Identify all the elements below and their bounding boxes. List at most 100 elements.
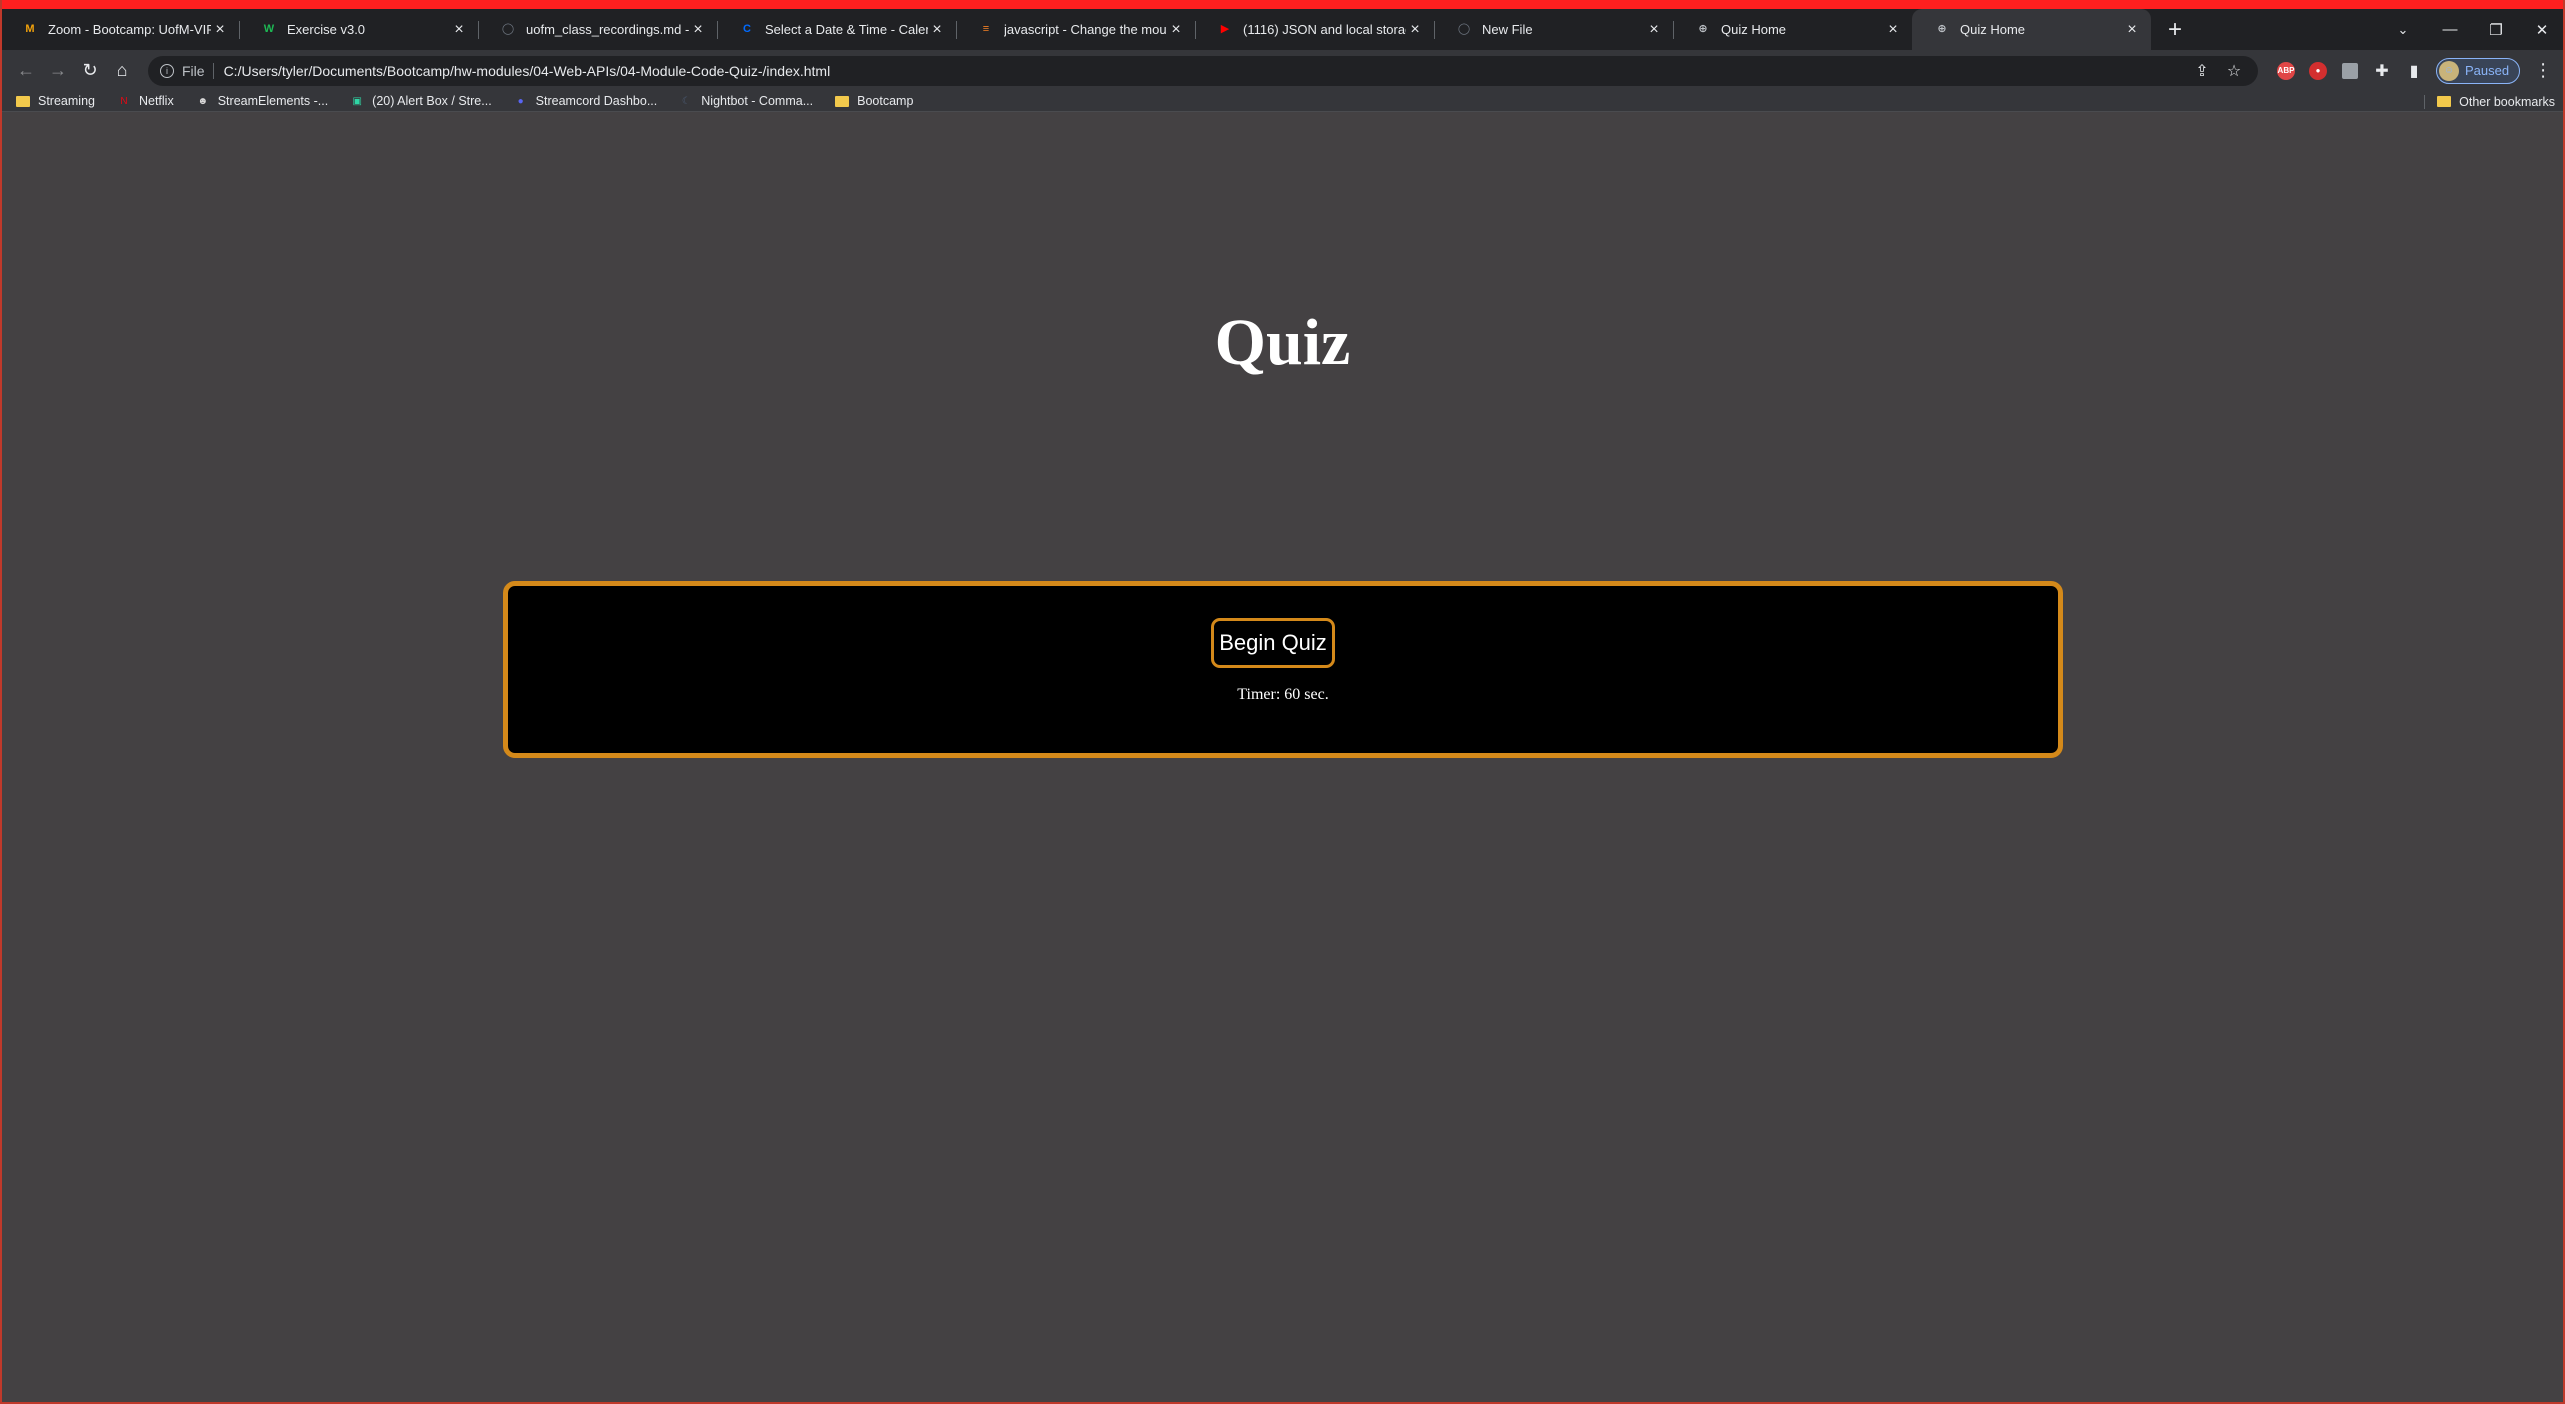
browser-tab[interactable]: ≡ javascript - Change the mouse c×	[956, 9, 1195, 50]
alertbox-icon: ▣	[352, 95, 362, 107]
nightbot-icon: ☾	[681, 95, 691, 107]
tab-close-icon[interactable]: ×	[1884, 21, 1902, 39]
url-text[interactable]: C:/Users/tyler/Documents/Bootcamp/hw-mod…	[224, 63, 831, 79]
bookmark-item[interactable]: Bootcamp	[835, 94, 913, 108]
tab-title: Quiz Home	[1960, 22, 2026, 37]
reload-icon[interactable]: ↻	[74, 55, 106, 87]
github-favicon-icon: ◯	[1457, 23, 1471, 35]
tab-title: (1116) JSON and local storage - Y	[1243, 22, 1406, 37]
tab-search-chevron-icon[interactable]: ⌄	[2383, 9, 2423, 50]
tab-close-icon[interactable]: ×	[928, 21, 946, 39]
tab-title: Zoom - Bootcamp: UofM-VIRT-F	[48, 22, 211, 37]
youtube-favicon-icon: ▶	[1220, 23, 1230, 35]
github-favicon-icon: ◯	[501, 23, 515, 35]
tab-title: Quiz Home	[1721, 22, 1787, 37]
bookmark-star-icon[interactable]: ☆	[2218, 61, 2250, 81]
folder-icon	[2437, 96, 2452, 107]
tabs-container: MZoom - Bootcamp: UofM-VIRT-F×WExercise …	[0, 9, 2151, 50]
bookmark-label: Nightbot - Comma...	[701, 94, 814, 108]
tab-close-icon[interactable]: ×	[1406, 21, 1424, 39]
globe-favicon-icon: ⊕	[1937, 23, 1947, 35]
info-icon[interactable]: i	[160, 63, 174, 78]
other-bookmarks[interactable]: Other bookmarks	[2424, 91, 2555, 112]
streamelements-icon: ☻	[197, 95, 208, 107]
bookmark-label: Streamcord Dashbo...	[535, 94, 658, 108]
window-controls: ⌄ — ❐ ✕	[2383, 9, 2565, 50]
bookmark-label: (20) Alert Box / Stre...	[372, 94, 492, 108]
bookmarks-list: Streaming N Netflix ☻ StreamElements -... ▣ (2…	[16, 94, 935, 108]
browser-tab[interactable]: ◯ New File ×	[1434, 9, 1673, 50]
tab-title: Exercise v3.0	[287, 22, 366, 37]
tab-close-icon[interactable]: ×	[211, 21, 229, 39]
browser-tab[interactable]: ◯ uofm_class_recordings.md - GitH×	[478, 9, 717, 50]
avatar: ☺	[2439, 60, 2459, 81]
share-icon[interactable]: ⇪	[2186, 61, 2218, 81]
puzzle-extensions-icon[interactable]: ✚	[2366, 55, 2398, 87]
tab-close-icon[interactable]: ×	[2123, 21, 2141, 39]
browser-tab[interactable]: M Zoom - Bootcamp: UofM-VIRT-F×	[0, 9, 239, 50]
scheme-label: File	[182, 62, 205, 79]
browser-tab[interactable]: W Exercise v3.0 ×	[239, 9, 478, 50]
kebab-menu-icon[interactable]: ⋮	[2528, 60, 2558, 81]
bookmark-label: Netflix	[138, 94, 174, 108]
tab-title: Select a Date & Time - Calendly	[765, 22, 928, 37]
netflix-icon: N	[120, 95, 128, 107]
adblock-extension-icon[interactable]: ABP	[2270, 55, 2302, 87]
bookmarks-divider	[2424, 94, 2426, 109]
browser-tab[interactable]: ⊕ Quiz Home ×	[1912, 9, 2151, 50]
other-bookmarks-label: Other bookmarks	[2459, 94, 2555, 109]
profile-status: Paused	[2465, 63, 2510, 78]
browser-tab[interactable]: C Select a Date & Time - Calendly×	[717, 9, 956, 50]
tab-close-icon[interactable]: ×	[1167, 21, 1185, 39]
address-bar[interactable]: i File C:/Users/tyler/Documents/Bootcamp…	[148, 55, 2258, 86]
forward-arrow-icon[interactable]: →	[42, 55, 74, 87]
red-extension-icon[interactable]: ●	[2302, 55, 2334, 87]
tab-close-icon[interactable]: ×	[689, 21, 707, 39]
bookmark-item[interactable]: ☾ Nightbot - Comma...	[679, 94, 813, 108]
bookmark-item[interactable]: ☻ StreamElements -...	[196, 94, 328, 108]
timer-text: Timer: 60 sec.	[1237, 686, 1329, 703]
bookmark-item[interactable]: N Netflix	[117, 94, 174, 108]
tab-title: javascript - Change the mouse c	[1004, 22, 1167, 37]
back-arrow-icon[interactable]: ←	[10, 55, 42, 87]
grey-extension-icon[interactable]	[2334, 55, 2366, 87]
exercise-favicon-icon: W	[263, 23, 275, 35]
folder-icon	[16, 95, 30, 107]
tab-title: New File	[1482, 22, 1533, 37]
extensions-area: ABP ● ✚ ▮	[2270, 55, 2430, 87]
omnibox-actions: ⇪ ☆	[2186, 56, 2250, 86]
window-top-accent	[0, 0, 2565, 9]
page-title: Quiz	[1214, 306, 1351, 379]
stackoverflow-favicon-icon: ≡	[982, 23, 990, 35]
browser-toolbar: ← → ↻ ⌂ i File C:/Users/tyler/Documents/…	[0, 50, 2565, 91]
tab-close-icon[interactable]: ×	[450, 21, 468, 39]
home-icon[interactable]: ⌂	[106, 55, 138, 87]
new-tab-button[interactable]: +	[2157, 12, 2193, 48]
begin-quiz-button[interactable]: Begin Quiz	[1211, 618, 1335, 668]
bookmark-label: Streaming	[38, 94, 95, 108]
streamcord-icon: ●	[517, 95, 524, 107]
page-content: Quiz Begin Quiz Timer: 60 sec.	[0, 113, 2565, 1404]
quiz-panel: Begin Quiz Timer: 60 sec.	[503, 581, 2063, 758]
restore-button[interactable]: ❐	[2473, 9, 2519, 50]
folder-icon	[835, 95, 850, 107]
bookmark-item[interactable]: ● Streamcord Dashbo...	[514, 94, 658, 108]
browser-tab[interactable]: ⊕ Quiz Home ×	[1673, 9, 1912, 50]
calendly-favicon-icon: C	[743, 23, 751, 35]
tab-close-icon[interactable]: ×	[1645, 21, 1663, 39]
profile-button[interactable]: ☺ Paused	[2436, 57, 2521, 84]
zoom-favicon-icon: M	[25, 23, 35, 35]
minimize-button[interactable]: —	[2427, 9, 2473, 50]
globe-favicon-icon: ⊕	[1698, 23, 1708, 35]
bookmark-label: Bootcamp	[857, 94, 914, 108]
tab-strip: MZoom - Bootcamp: UofM-VIRT-F×WExercise …	[0, 9, 2565, 50]
bookmarks-bar: Streaming N Netflix ☻ StreamElements -... ▣ (2…	[0, 91, 2565, 112]
close-window-button[interactable]: ✕	[2519, 9, 2565, 50]
bookmark-item[interactable]: Streaming	[16, 94, 95, 108]
omnibox-divider	[212, 62, 214, 79]
bookmark-label: StreamElements -...	[217, 94, 329, 108]
browser-tab[interactable]: ▶ (1116) JSON and local storage - Y×	[1195, 9, 1434, 50]
tab-title: uofm_class_recordings.md - GitH	[526, 22, 689, 37]
bookmark-item[interactable]: ▣ (20) Alert Box / Stre...	[350, 94, 492, 108]
side-panel-icon[interactable]: ▮	[2398, 55, 2430, 87]
